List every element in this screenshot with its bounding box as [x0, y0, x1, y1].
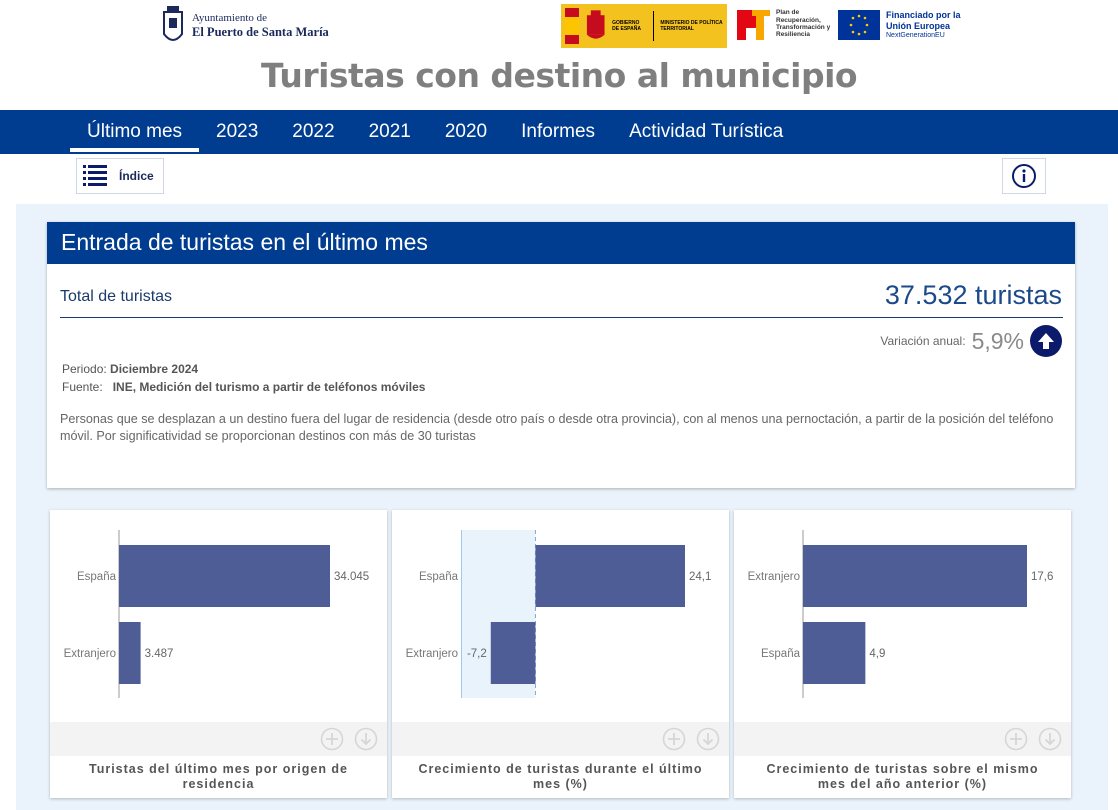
city-crest-icon: [163, 6, 183, 41]
category-label: Extranjero: [406, 648, 458, 660]
zoom-icon[interactable]: [662, 727, 686, 751]
main-nav: Último mes 2023 2022 2021 2020 Informes …: [0, 110, 1118, 154]
nav-item-ultimo-mes[interactable]: Último mes: [70, 110, 200, 154]
spain-shield-icon: [586, 10, 605, 39]
bar-extranjero: [119, 622, 141, 684]
info-button[interactable]: [1002, 158, 1046, 194]
period-label: Periodo:: [62, 362, 107, 376]
data-label: 17,6: [1031, 571, 1053, 583]
city-logo-line2: El Puerto de Santa María: [192, 25, 329, 40]
main-content: Entrada de turistas en el último mes Tot…: [16, 204, 1108, 810]
chart-footer: [50, 722, 387, 756]
chart-card-growth-month: España 24,1 Extranjero -7,2 Crecimiento de …: [392, 510, 729, 798]
government-logo: GOBIERNO DE ESPAÑA MINISTERIO DE POLÍTIC…: [561, 4, 727, 48]
prtr-label: Plan de Recuperación, Transformación y R…: [776, 9, 831, 39]
chart-caption: Turistas del último mes por origen de re…: [88, 762, 349, 791]
site-header: Ayuntamiento de El Puerto de Santa María…: [0, 0, 1118, 110]
data-label: 34.045: [334, 571, 369, 583]
bar-españa: [119, 545, 330, 607]
eu-logo: Financiado por la Unión Europea NextGene…: [838, 10, 968, 40]
bar-extranjero: [490, 622, 536, 684]
data-label: 3.487: [145, 648, 174, 660]
download-icon[interactable]: [696, 727, 720, 751]
zoom-icon[interactable]: [1004, 727, 1028, 751]
list-icon: [83, 165, 107, 186]
total-value: 37.532 turistas: [884, 280, 1062, 310]
index-label: Índice: [119, 169, 154, 183]
nav-item-2023[interactable]: 2023: [199, 110, 275, 154]
tourist-entry-section: Entrada de turistas en el último mes Tot…: [47, 222, 1075, 488]
description: Personas que se desplazan a un destino f…: [60, 412, 1054, 443]
gov-label: GOBIERNO DE ESPAÑA: [612, 20, 641, 32]
page-title: Turistas con destino al municipio: [260, 56, 858, 95]
nav-item-actividad-turistica[interactable]: Actividad Turística: [612, 110, 800, 154]
category-label: España: [419, 571, 459, 583]
prtr-icon: [737, 10, 770, 40]
total-label: Total de turistas: [60, 288, 173, 305]
growth-year-chart: Extranjero 17,6 España 4,9: [748, 530, 1053, 698]
zoom-icon[interactable]: [320, 727, 344, 751]
category-label: Extranjero: [64, 648, 116, 660]
variation-value: 5,9%: [971, 327, 1024, 354]
nav-item-2022[interactable]: 2022: [275, 110, 351, 154]
download-icon[interactable]: [1038, 727, 1062, 751]
eu-label: Financiado por la Unión Europea: [886, 10, 961, 31]
eu-sublabel: NextGenerationEU: [886, 31, 945, 39]
nav-item-2020[interactable]: 2020: [428, 110, 504, 154]
eu-flag-icon: [838, 10, 880, 40]
spain-flag-icon: [565, 8, 579, 44]
bar-extranjero: [803, 545, 1027, 607]
nav-item-2021[interactable]: 2021: [352, 110, 428, 154]
origin-chart: España 34.045 Extranjero 3.487: [64, 530, 369, 698]
data-label: 24,1: [689, 571, 711, 583]
prtr-logo: Plan de Recuperación, Transformación y R…: [734, 6, 834, 42]
category-label: España: [77, 571, 117, 583]
chart-caption: Crecimiento de turistas sobre el mismo m…: [766, 762, 1039, 791]
chart-card-growth-year: Extranjero 17,6 España 4,9 Crecimiento de t…: [734, 510, 1071, 798]
category-label: España: [761, 648, 801, 660]
ministry-label: MINISTERIO DE POLÍTICA TERRITORIAL: [660, 20, 723, 32]
total-row: Total de turistas 37.532 turistas: [60, 274, 1063, 318]
toolbar: Índice: [0, 154, 1118, 204]
chart-footer: [392, 722, 729, 756]
chart-footer: [734, 722, 1071, 756]
period-value: Diciembre 2024: [110, 362, 199, 376]
source-value: INE, Medición del turismo a partir de te…: [112, 380, 426, 394]
bar-españa: [803, 622, 866, 684]
nav-item-informes[interactable]: Informes: [504, 110, 612, 154]
section-title: Entrada de turistas en el último mes: [47, 222, 1075, 264]
index-button[interactable]: Índice: [76, 158, 164, 194]
variation-row: Variación anual: 5,9%: [880, 325, 1062, 357]
info-icon: [1012, 164, 1036, 188]
source-label: Fuente:: [62, 380, 103, 394]
city-logo-line1: Ayuntamiento de: [192, 12, 268, 25]
data-label: -7,2: [467, 648, 487, 660]
variation-label: Variación anual:: [880, 334, 966, 348]
download-icon[interactable]: [354, 727, 378, 751]
chart-caption: Crecimiento de turistas durante el últim…: [418, 762, 703, 791]
data-label: 4,9: [869, 648, 885, 660]
chart-card-origin: España 34.045 Extranjero 3.487 Turistas del…: [50, 510, 387, 798]
city-council-logo[interactable]: Ayuntamiento de El Puerto de Santa María: [160, 4, 329, 48]
category-label: Extranjero: [748, 571, 800, 583]
bar-españa: [535, 545, 685, 607]
metadata: Periodo: Diciembre 2024 Fuente: INE, Med…: [62, 360, 425, 396]
arrow-up-icon: [1030, 325, 1062, 357]
growth-month-chart: España 24,1 Extranjero -7,2: [406, 530, 711, 698]
